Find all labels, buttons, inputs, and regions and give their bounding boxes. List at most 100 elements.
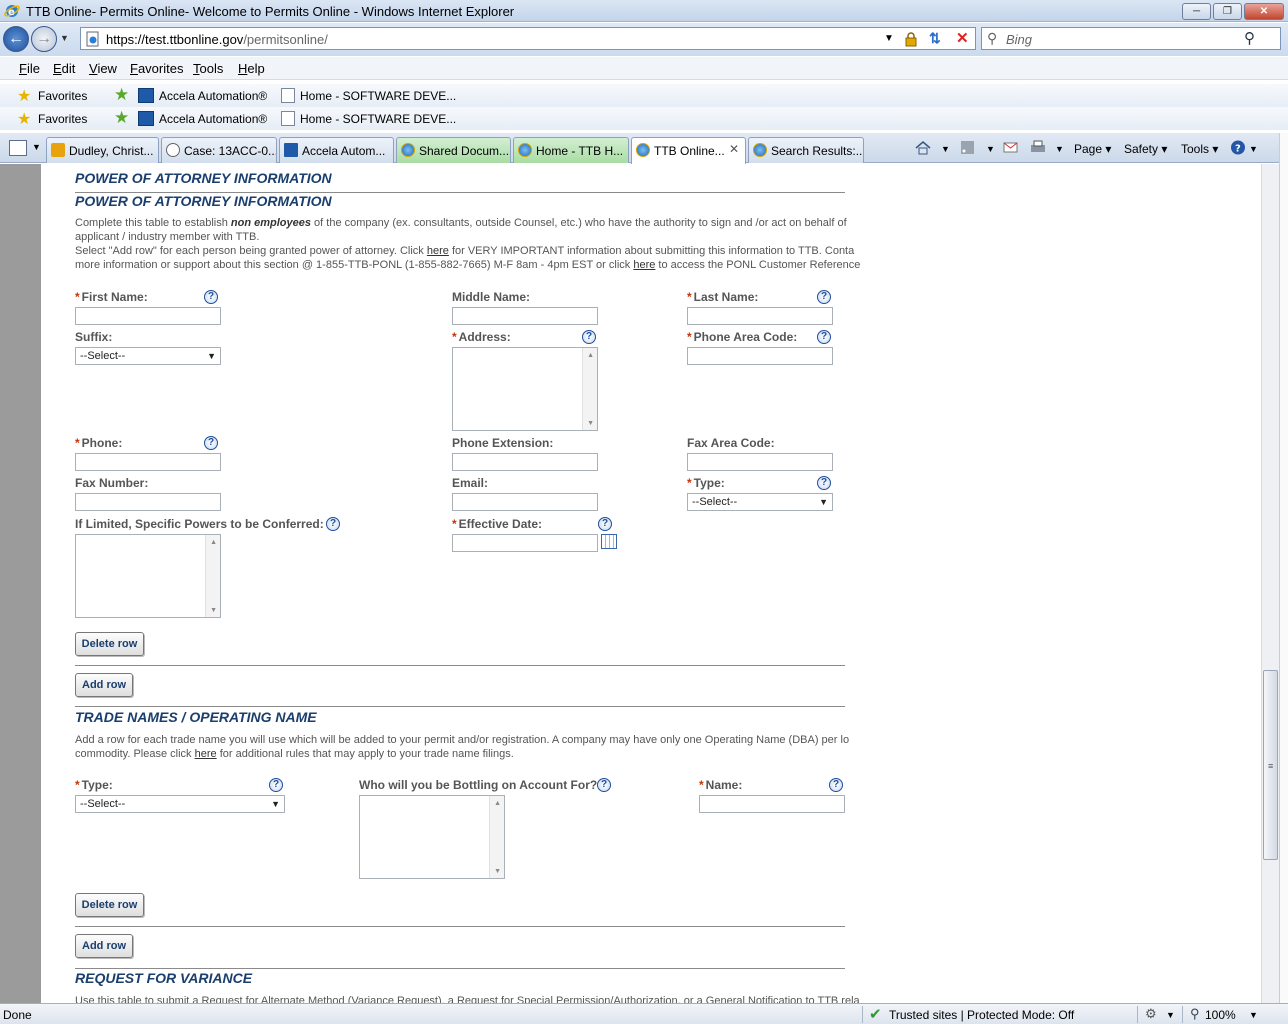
stop-icon[interactable]: ✕: [956, 29, 969, 47]
type-select[interactable]: --Select-- ▼: [687, 493, 833, 511]
favorite-link-accela[interactable]: Accela Automation®: [159, 89, 267, 103]
favorite-link-home[interactable]: Home - SOFTWARE DEVE...: [300, 89, 456, 103]
addons-dropdown-icon[interactable]: ▼: [1166, 1010, 1175, 1020]
textarea-scrollbar[interactable]: [205, 535, 220, 617]
safety-menu[interactable]: Safety ▾: [1124, 142, 1167, 156]
help-icon[interactable]: ?: [269, 778, 283, 792]
help-icon[interactable]: ?: [204, 436, 218, 450]
minimize-button[interactable]: ─: [1182, 3, 1211, 20]
poa-reference-link[interactable]: here: [633, 259, 655, 271]
search-icon[interactable]: ⚲: [1244, 29, 1255, 47]
home-icon[interactable]: [915, 140, 931, 155]
trade-type-select[interactable]: --Select-- ▼: [75, 795, 285, 813]
zoom-dropdown-icon[interactable]: ▼: [1249, 1010, 1258, 1020]
help-icon[interactable]: ?: [829, 778, 843, 792]
tab-accela[interactable]: Accela Autom...: [279, 137, 394, 163]
rss-feed-icon[interactable]: [960, 140, 976, 155]
help-icon[interactable]: ?: [817, 330, 831, 344]
limited-powers-textarea[interactable]: ▲ ▼: [75, 534, 221, 618]
security-zone[interactable]: Trusted sites | Protected Mode: Off: [889, 1008, 1074, 1022]
middle-name-input[interactable]: [452, 307, 598, 325]
tab-case[interactable]: Case: 13ACC-0...: [161, 137, 277, 163]
help-icon[interactable]: ?: [597, 778, 611, 792]
last-name-input[interactable]: [687, 307, 833, 325]
home-dropdown-icon[interactable]: ▼: [941, 144, 950, 154]
textarea-scrollbar[interactable]: [489, 796, 504, 878]
page-menu[interactable]: Page ▾: [1074, 142, 1111, 156]
help-icon[interactable]: ?: [598, 517, 612, 531]
print-dropdown-icon[interactable]: ▼: [1055, 144, 1064, 154]
tab-home-ttb[interactable]: Home - TTB H...: [513, 137, 629, 163]
phone-area-code-input[interactable]: [687, 347, 833, 365]
search-field[interactable]: ⚲ Bing ⚲: [981, 27, 1281, 50]
feed-dropdown-icon[interactable]: ▼: [986, 144, 995, 154]
suffix-select[interactable]: --Select-- ▼: [75, 347, 221, 365]
url-field[interactable]: https://test.ttbonline.gov/permitsonline…: [80, 27, 976, 50]
first-name-input[interactable]: [75, 307, 221, 325]
url-dropdown-icon[interactable]: ▼: [884, 33, 894, 44]
bottling-textarea[interactable]: ▲ ▼: [359, 795, 505, 879]
trade-rules-link[interactable]: here: [195, 748, 217, 760]
back-button[interactable]: ←: [3, 26, 29, 52]
page-vertical-scrollbar[interactable]: ≡: [1261, 164, 1279, 1003]
help-icon[interactable]: ?: [817, 476, 831, 490]
zoom-level[interactable]: 100%: [1205, 1008, 1236, 1022]
poa-delete-row-button[interactable]: Delete row: [75, 632, 144, 656]
tab-list-dropdown-icon[interactable]: ▼: [32, 142, 41, 152]
tab-dudley[interactable]: Dudley, Christ...: [46, 137, 159, 163]
tab-ttb-online[interactable]: TTB Online... ✕: [631, 137, 746, 164]
scrollbar-thumb[interactable]: ≡: [1263, 670, 1278, 860]
menu-favorites[interactable]: Favorites: [130, 61, 183, 76]
menu-help[interactable]: Help: [238, 61, 265, 76]
phone-input[interactable]: [75, 453, 221, 471]
menu-edit[interactable]: Edit: [53, 61, 75, 76]
menu-view[interactable]: View: [89, 61, 117, 76]
lock-icon[interactable]: [903, 31, 919, 47]
tools-menu[interactable]: Tools ▾: [1181, 142, 1218, 156]
favorite-link-accela[interactable]: Accela Automation®: [159, 112, 267, 126]
poa-important-info-link[interactable]: here: [427, 245, 449, 257]
refresh-icon[interactable]: ⇅: [929, 30, 941, 47]
close-tab-icon[interactable]: ✕: [729, 142, 739, 156]
help-icon[interactable]: ?: [1230, 140, 1246, 155]
calendar-icon[interactable]: [601, 534, 617, 549]
search-input[interactable]: Bing: [1006, 32, 1032, 47]
scroll-down-icon[interactable]: ▼: [587, 420, 594, 427]
add-favorite-icon[interactable]: ★: [114, 85, 129, 105]
menu-tools[interactable]: Tools: [193, 61, 223, 76]
poa-add-row-button[interactable]: Add row: [75, 673, 133, 697]
favorites-button[interactable]: Favorites: [38, 89, 87, 103]
close-window-button[interactable]: ✕: [1244, 3, 1284, 20]
scroll-up-icon[interactable]: ▲: [210, 539, 217, 546]
help-icon[interactable]: ?: [582, 330, 596, 344]
help-dropdown-icon[interactable]: ▼: [1249, 144, 1258, 154]
tab-shared-documents[interactable]: Shared Docum...: [396, 137, 511, 163]
favorite-link-home[interactable]: Home - SOFTWARE DEVE...: [300, 112, 456, 126]
zoom-icon[interactable]: ⚲: [1190, 1006, 1200, 1022]
recent-pages-dropdown-icon[interactable]: ▼: [60, 33, 69, 43]
restore-button[interactable]: ❐: [1213, 3, 1242, 20]
mail-icon[interactable]: [1003, 140, 1019, 155]
help-icon[interactable]: ?: [817, 290, 831, 304]
tab-search-results[interactable]: Search Results:...: [748, 137, 864, 163]
menu-file[interactable]: File: [19, 61, 40, 76]
email-input[interactable]: [452, 493, 598, 511]
trade-name-input[interactable]: [699, 795, 845, 813]
fax-number-input[interactable]: [75, 493, 221, 511]
scroll-down-icon[interactable]: ▼: [494, 868, 501, 875]
forward-button[interactable]: →: [31, 26, 57, 52]
help-icon[interactable]: ?: [204, 290, 218, 304]
textarea-scrollbar[interactable]: [582, 348, 597, 430]
address-textarea[interactable]: ▲ ▼: [452, 347, 598, 431]
scroll-up-icon[interactable]: ▲: [587, 352, 594, 359]
print-icon[interactable]: [1030, 140, 1046, 155]
trade-delete-row-button[interactable]: Delete row: [75, 893, 144, 917]
trade-add-row-button[interactable]: Add row: [75, 934, 133, 958]
manage-addons-icon[interactable]: ⚙: [1145, 1006, 1157, 1022]
add-favorite-icon[interactable]: ★: [114, 108, 129, 128]
quick-tabs-icon[interactable]: [9, 140, 27, 156]
phone-extension-input[interactable]: [452, 453, 598, 471]
favorites-button[interactable]: Favorites: [38, 112, 87, 126]
effective-date-input[interactable]: [452, 534, 598, 552]
scroll-up-icon[interactable]: ▲: [494, 800, 501, 807]
